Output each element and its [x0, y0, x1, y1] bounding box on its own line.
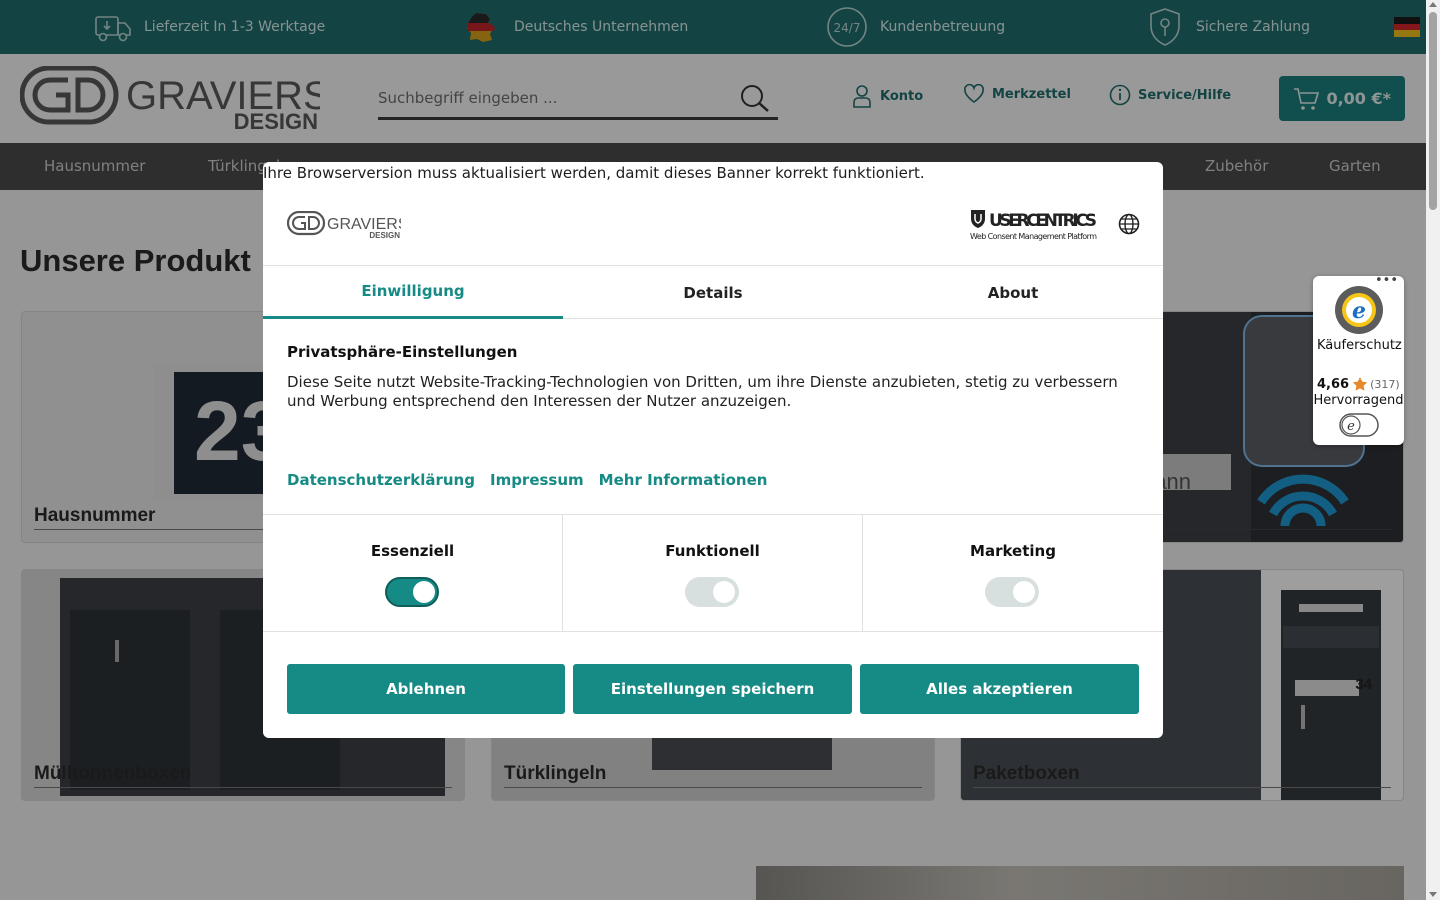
scroll-down-arrow[interactable]	[1429, 892, 1437, 897]
rating-score: 4,66	[1317, 376, 1350, 392]
page-scrollbar[interactable]	[1426, 0, 1440, 900]
privacy-settings-title: Privatsphäre-Einstellungen	[287, 343, 518, 361]
trusted-shops-toggle-icon[interactable]: e	[1339, 413, 1379, 437]
language-globe-icon[interactable]	[1118, 213, 1140, 235]
essenziell-toggle[interactable]	[385, 577, 439, 607]
trusted-shops-badge[interactable]: ••• e Käuferschutz 4,66 (317) Hervorrage…	[1313, 273, 1404, 445]
category-funktionell: Funktionell	[563, 515, 863, 631]
dialog-logo-subtext: DESIGN	[369, 231, 400, 239]
category-essenziell: Essenziell	[263, 515, 563, 631]
dialog-brand-logo: GRAVIERS DESIGN	[286, 210, 409, 243]
privacy-description: Diese Seite nutzt Website-Tracking-Techn…	[287, 373, 1118, 410]
funktionell-toggle[interactable]	[685, 577, 739, 607]
svg-text:e: e	[1352, 298, 1366, 324]
rating-count: (317)	[1370, 377, 1400, 391]
buyer-protection-label: Käuferschutz	[1317, 338, 1402, 353]
category-label: Essenziell	[370, 542, 455, 560]
consent-categories: Essenziell Funktionell Marketing	[263, 514, 1163, 632]
accept-all-button[interactable]: Alles akzeptieren	[860, 664, 1139, 714]
trusted-shops-seal-icon: e	[1335, 286, 1383, 334]
star-icon	[1352, 377, 1368, 391]
usercentrics-wordmark: USERCENTRICS	[989, 211, 1097, 231]
more-info-link[interactable]: Mehr Informationen	[599, 471, 768, 489]
rating-grade: Hervorragend	[1313, 393, 1404, 408]
privacy-policy-link[interactable]: Datenschutzerklärung	[287, 471, 475, 489]
rating: 4,66 (317)	[1317, 376, 1400, 392]
marketing-toggle[interactable]	[985, 577, 1039, 607]
category-label: Funktionell	[665, 542, 760, 560]
tab-about[interactable]: About	[863, 266, 1163, 319]
scroll-thumb[interactable]	[1429, 12, 1437, 210]
cookie-consent-dialog: Ihre Browserversion muss aktualisiert we…	[263, 162, 1163, 738]
svg-text:e: e	[1347, 419, 1355, 434]
consent-tabs: Einwilligung Details About	[263, 265, 1163, 319]
deny-button[interactable]: Ablehnen	[287, 664, 565, 714]
category-marketing: Marketing	[863, 515, 1163, 631]
tab-einwilligung[interactable]: Einwilligung	[263, 266, 563, 319]
tab-details[interactable]: Details	[563, 266, 863, 319]
consent-links: Datenschutzerklärung Impressum Mehr Info…	[287, 471, 767, 489]
usercentrics-tagline: Web Consent Management Platform	[970, 232, 1097, 241]
save-settings-button[interactable]: Einstellungen speichern	[573, 664, 852, 714]
imprint-link[interactable]: Impressum	[490, 471, 584, 489]
usercentrics-logo: USERCENTRICS Web Consent Management Plat…	[969, 208, 1099, 246]
category-label: Marketing	[970, 542, 1056, 560]
browser-warning: Ihre Browserversion muss aktualisiert we…	[263, 164, 925, 182]
scroll-up-arrow[interactable]	[1429, 2, 1437, 7]
